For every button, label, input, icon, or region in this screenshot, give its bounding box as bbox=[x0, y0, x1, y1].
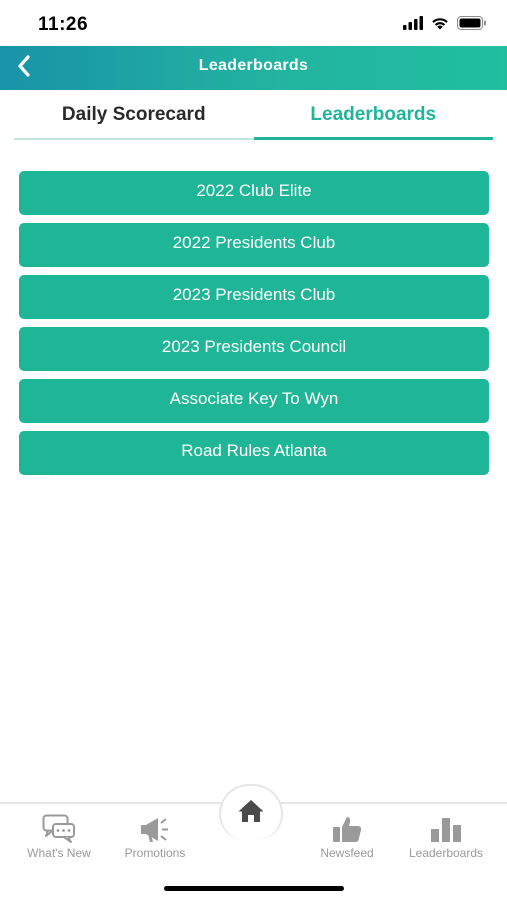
leaderboard-button-road-rules-atlanta[interactable]: Road Rules Atlanta bbox=[19, 431, 489, 475]
tab-underline bbox=[14, 138, 254, 140]
tab-daily-scorecard[interactable]: Daily Scorecard bbox=[14, 96, 254, 140]
nav-header: Leaderboards bbox=[0, 46, 507, 90]
segment-tabs: Daily Scorecard Leaderboards bbox=[14, 96, 493, 140]
tab-active-underline bbox=[253, 137, 493, 140]
tabbar-whats-new[interactable]: What's New bbox=[9, 814, 109, 860]
tab-leaderboards[interactable]: Leaderboards bbox=[253, 96, 493, 140]
leaderboard-button-2023-presidents-club[interactable]: 2023 Presidents Club bbox=[19, 275, 489, 319]
tabbar-label: Promotions bbox=[124, 846, 186, 860]
tabbar-newsfeed[interactable]: Newsfeed bbox=[297, 814, 397, 860]
megaphone-icon bbox=[105, 814, 205, 844]
tabbar-leaderboards[interactable]: Leaderboards bbox=[396, 814, 496, 860]
home-button[interactable] bbox=[219, 784, 283, 840]
status-bar: 11:26 bbox=[0, 0, 507, 46]
leaderboard-button-2022-club-elite[interactable]: 2022 Club Elite bbox=[19, 171, 489, 215]
app-screen: 11:26 Leaderboards Daily Scorecard Leade… bbox=[0, 0, 507, 900]
bar-chart-icon bbox=[396, 814, 496, 844]
leaderboard-button-2022-presidents-club[interactable]: 2022 Presidents Club bbox=[19, 223, 489, 267]
home-icon bbox=[237, 798, 265, 829]
tabbar-label: Leaderboards bbox=[408, 846, 484, 860]
leaderboard-button-2023-presidents-council[interactable]: 2023 Presidents Council bbox=[19, 327, 489, 371]
page-title: Leaderboards bbox=[198, 57, 309, 74]
signal-icon bbox=[403, 16, 423, 35]
status-icons bbox=[403, 16, 487, 35]
wifi-icon bbox=[431, 16, 449, 35]
leaderboard-button-associate-key-to-wyn[interactable]: Associate Key To Wyn bbox=[19, 379, 489, 423]
home-indicator bbox=[164, 886, 344, 891]
status-time: 11:26 bbox=[38, 14, 89, 35]
tabbar-label: Newsfeed bbox=[320, 846, 374, 860]
battery-icon bbox=[457, 16, 487, 35]
tab-label: Leaderboards bbox=[310, 104, 437, 125]
tabbar-label: What's New bbox=[27, 846, 91, 860]
thumbs-up-icon bbox=[297, 814, 397, 844]
leaderboard-list: 2022 Club Elite 2022 Presidents Club 202… bbox=[19, 171, 489, 483]
tab-label: Daily Scorecard bbox=[61, 104, 206, 125]
tabbar-promotions[interactable]: Promotions bbox=[105, 814, 205, 860]
chat-bubbles-icon bbox=[9, 814, 109, 844]
